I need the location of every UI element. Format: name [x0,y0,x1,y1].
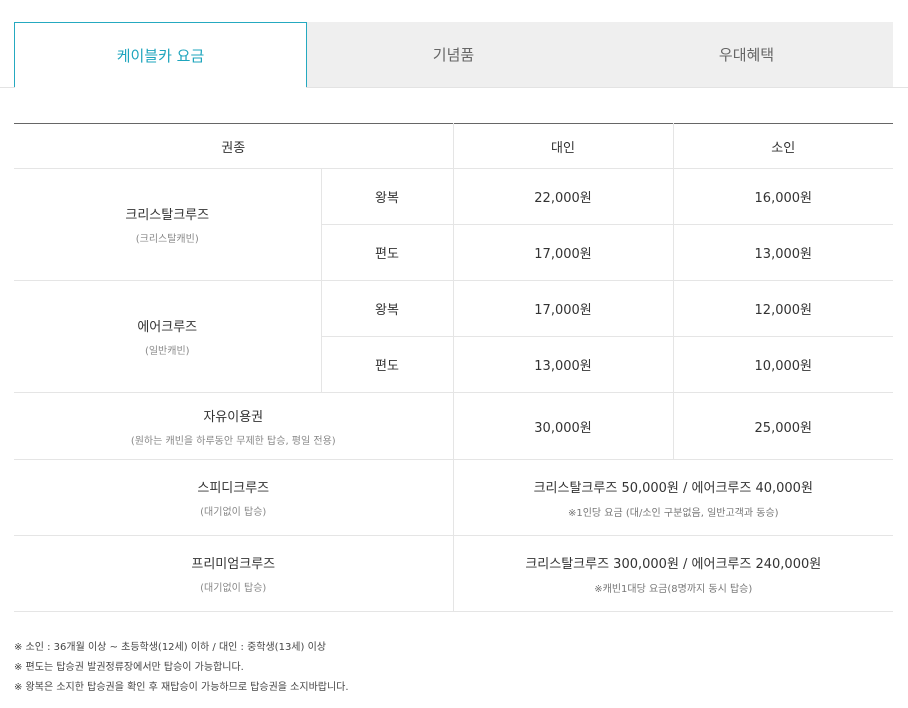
premium-cruise-price-cell: 크리스탈크루즈 300,000원 / 에어크루즈 240,000원 ※캐빈1대당… [453,535,894,612]
crystal-oneway-child: 13,000원 [673,224,894,281]
air-oneway-label: 편도 [321,336,454,393]
free-pass-child: 25,000원 [673,392,894,460]
air-cruise-sub: (일반캐빈) [144,346,190,357]
free-pass-adult: 30,000원 [453,392,674,460]
premium-cruise-price: 크리스탈크루즈 300,000원 / 에어크루즈 240,000원 [525,556,822,572]
free-pass-name: 자유이용권 [203,409,264,425]
air-oneway-child: 10,000원 [673,336,894,393]
premium-cruise-name: 프리미엄크루즈 [191,557,276,572]
table-row: 스피디크루즈 (대기없이 탑승) 크리스탈크루즈 50,000원 / 에어크루즈… [14,459,894,536]
speedy-cruise-price: 크리스탈크루즈 50,000원 / 에어크루즈 40,000원 [533,480,813,496]
crystal-cruise-sub: (크리스탈캐빈) [135,234,199,245]
tab-benefits[interactable]: 우대혜택 [600,22,893,87]
table-row: 크리스탈크루즈 (크리스탈캐빈) 왕복 22,000원 16,000원 [14,168,894,281]
air-cruise-name: 에어크루즈 [137,320,198,335]
table-header-row: 권종 대인 소인 [14,123,894,169]
speedy-cruise-name: 스피디크루즈 [197,481,270,496]
table-row: 에어크루즈 (일반캐빈) 왕복 17,000원 12,000원 [14,280,894,393]
footnotes: ※ 소인 : 36개월 이상 ~ 초등학생(12세) 이하 / 대인 : 중학생… [14,638,349,698]
crystal-cruise-name: 크리스탈크루즈 [125,208,210,223]
crystal-cruise-cell: 크리스탈크루즈 (크리스탈캐빈) [14,168,322,281]
header-ticket-type: 권종 [14,123,454,169]
speedy-cruise-note: ※1인당 요금 (대/소인 구분없음, 일반고객과 동승) [567,507,779,519]
premium-cruise-cell: 프리미엄크루즈 (대기없이 탑승) [14,535,454,612]
footnote-round: ※ 왕복은 소지한 탑승권을 확인 후 재탑승이 가능하므로 탑승권을 소지바랍… [14,682,349,693]
air-round-label: 왕복 [321,280,454,337]
premium-cruise-sub: (대기없이 탑승) [200,583,267,594]
free-pass-sub: (원하는 캐빈을 하루동안 무제한 탑승, 평일 전용) [130,435,336,447]
table-row: 프리미엄크루즈 (대기없이 탑승) 크리스탈크루즈 300,000원 / 에어크… [14,535,894,612]
premium-cruise-note: ※캐빈1대당 요금(8명까지 동시 탑승) [594,583,753,595]
tab-bar: 케이블카 요금 기념품 우대혜택 [14,22,893,88]
crystal-round-label: 왕복 [321,168,454,225]
speedy-cruise-price-cell: 크리스탈크루즈 50,000원 / 에어크루즈 40,000원 ※1인당 요금 … [453,459,894,536]
header-child: 소인 [673,123,894,169]
footnote-oneway: ※ 편도는 탑승권 발권정류장에서만 탑승이 가능합니다. [14,662,244,673]
crystal-oneway-label: 편도 [321,224,454,281]
tab-baseline [0,87,908,88]
air-cruise-cell: 에어크루즈 (일반캐빈) [14,280,322,393]
tab-cablecar-fare[interactable]: 케이블카 요금 [14,22,307,88]
footnote-age: ※ 소인 : 36개월 이상 ~ 초등학생(12세) 이하 / 대인 : 중학생… [14,642,326,653]
speedy-cruise-cell: 스피디크루즈 (대기없이 탑승) [14,459,454,536]
crystal-round-child: 16,000원 [673,168,894,225]
free-pass-cell: 자유이용권 (원하는 캐빈을 하루동안 무제한 탑승, 평일 전용) [14,392,454,460]
crystal-round-adult: 22,000원 [453,168,674,225]
header-adult: 대인 [453,123,674,169]
fare-table: 권종 대인 소인 크리스탈크루즈 (크리스탈캐빈) 왕복 22,000원 16,… [14,123,894,612]
air-oneway-adult: 13,000원 [453,336,674,393]
table-row: 자유이용권 (원하는 캐빈을 하루동안 무제한 탑승, 평일 전용) 30,00… [14,392,894,460]
tab-souvenir[interactable]: 기념품 [307,22,600,87]
crystal-oneway-adult: 17,000원 [453,224,674,281]
air-round-child: 12,000원 [673,280,894,337]
speedy-cruise-sub: (대기없이 탑승) [200,507,267,518]
air-round-adult: 17,000원 [453,280,674,337]
